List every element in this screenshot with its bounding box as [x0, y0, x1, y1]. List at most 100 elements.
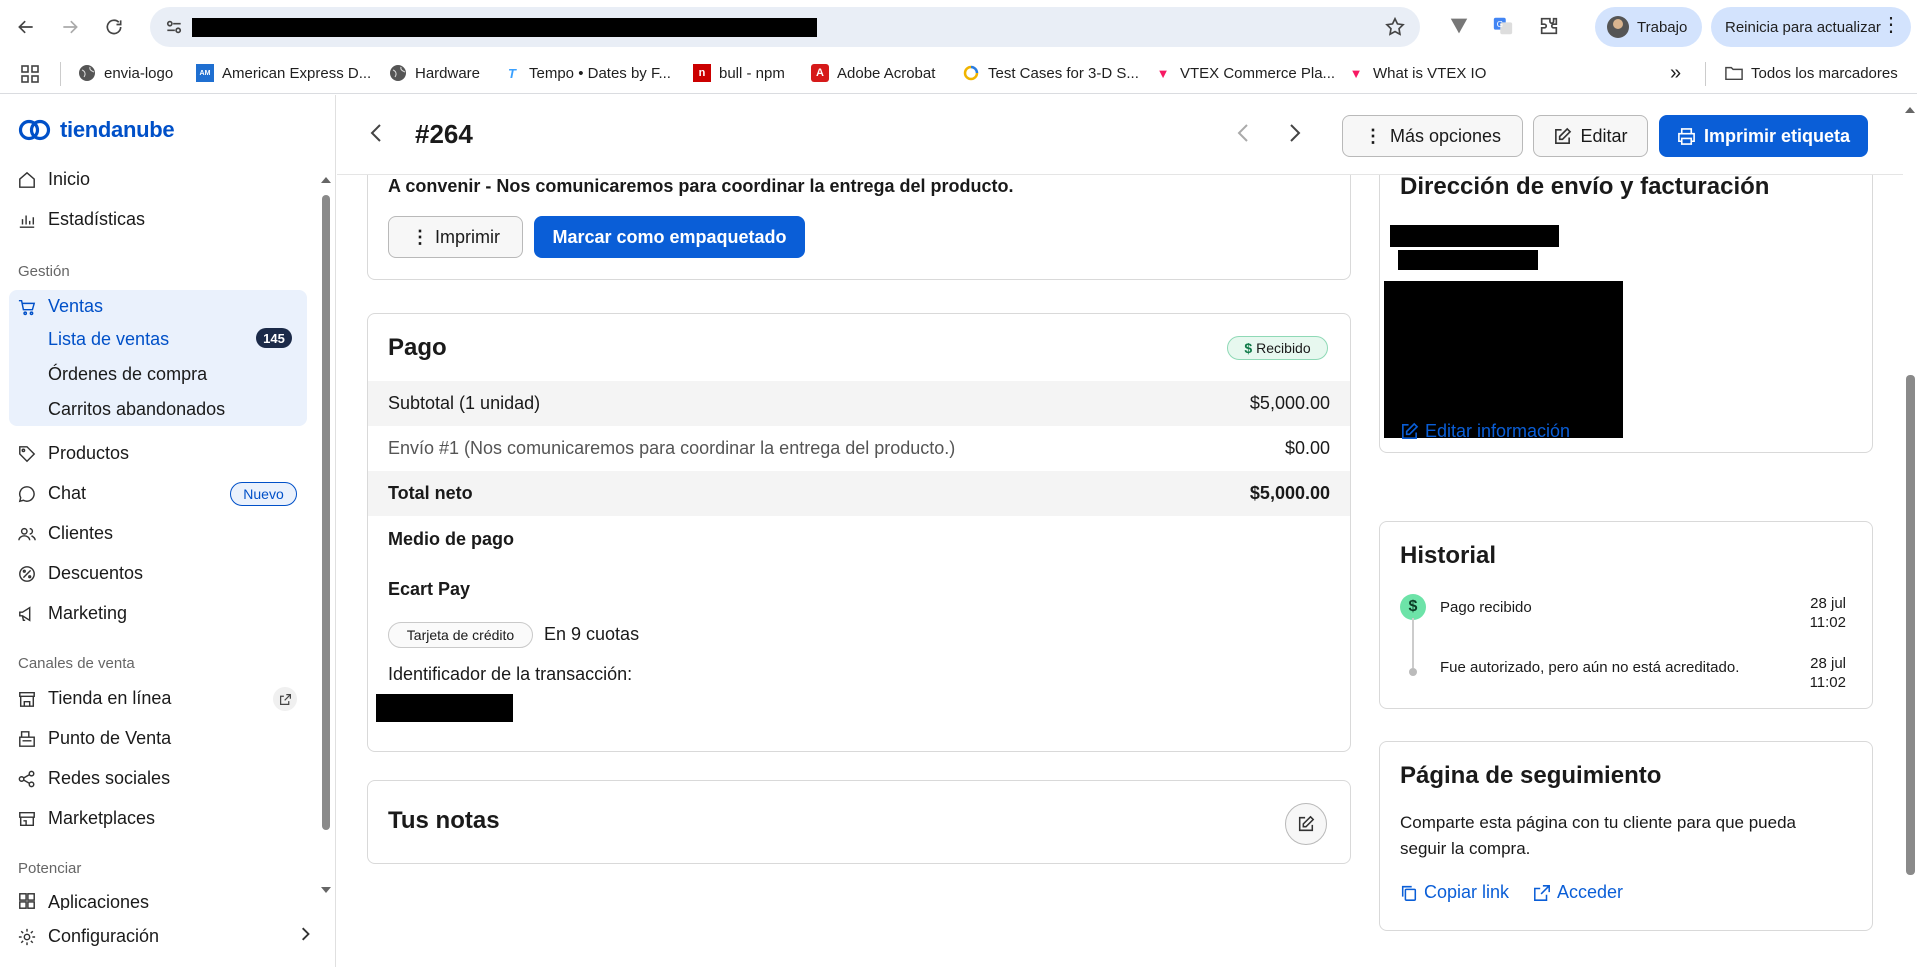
update-chip[interactable]: Reinicia para actualizar ⋮ — [1711, 7, 1911, 47]
scroll-down-icon[interactable] — [320, 885, 332, 895]
main-content: A convenir - Nos comunicaremos para coor… — [337, 95, 1903, 967]
transaction-label: Identificador de la transacción: — [388, 664, 633, 684]
external-link-icon — [1534, 884, 1550, 901]
scroll-up-icon[interactable] — [320, 175, 332, 185]
printer-icon — [1678, 127, 1695, 145]
access-link[interactable]: Acceder — [1533, 882, 1623, 903]
sidebar-item-punto-de-venta[interactable]: Punto de Venta — [18, 728, 171, 749]
more-vertical-icon: ⋮ — [1363, 125, 1382, 146]
acrobat-icon: A — [811, 64, 829, 82]
bookmark-item[interactable]: n bull - npm — [693, 64, 785, 82]
bookmark-item[interactable]: AM American Express D... — [196, 64, 371, 82]
share-icon — [18, 770, 35, 787]
sidebar-item-label: Chat — [48, 483, 87, 503]
sidebar-item-marketing[interactable]: Marketing — [18, 603, 127, 624]
svg-text:G: G — [1497, 19, 1503, 29]
sidebar-item-productos[interactable]: Productos — [18, 443, 129, 464]
status-label: Recibido — [1256, 340, 1311, 356]
extensions-puzzle-icon[interactable] — [1537, 14, 1561, 38]
all-bookmarks-button[interactable]: Todos los marcadores — [1725, 64, 1898, 82]
users-icon — [18, 527, 36, 540]
profile-chip[interactable]: Trabajo — [1595, 7, 1702, 47]
sidebar-scrollbar[interactable] — [320, 175, 332, 905]
order-number: #264 — [415, 119, 473, 149]
sidebar-item-marketplaces[interactable]: Marketplaces — [18, 808, 155, 829]
card-type-pill: Tarjeta de crédito — [388, 622, 533, 648]
sidebar-item-inicio[interactable]: Inicio — [18, 169, 90, 190]
more-options-label: Más opciones — [1389, 125, 1502, 146]
scrollbar-thumb[interactable] — [322, 195, 330, 830]
row-value: $5,000.00 — [1249, 393, 1330, 413]
payment-row-total: Total neto $5,000.00 — [368, 471, 1350, 516]
sidebar-subitem-carritos-abandonados[interactable]: Carritos abandonados — [48, 399, 225, 420]
bookmark-item[interactable]: ▼ What is VTEX IO — [1347, 64, 1487, 82]
apps-grid-icon[interactable] — [20, 64, 40, 89]
address-bar[interactable] — [150, 7, 1420, 47]
translate-icon[interactable]: G — [1491, 14, 1515, 38]
bookmark-item[interactable]: envia-logo — [78, 64, 173, 82]
more-bookmarks-button[interactable]: » — [1670, 62, 1681, 85]
edit-notes-button[interactable] — [1285, 803, 1327, 845]
bookmark-item[interactable]: A Adobe Acrobat — [811, 64, 935, 82]
edit-info-label: Editar información — [1425, 421, 1571, 441]
brand-logo[interactable]: tiendanube — [18, 117, 175, 143]
megaphone-icon — [19, 605, 31, 622]
chevron-right-icon[interactable] — [298, 927, 312, 946]
avatar — [1607, 16, 1629, 38]
copy-link-button[interactable]: Copiar link — [1400, 882, 1509, 903]
scroll-up-icon[interactable] — [1904, 105, 1916, 115]
sales-count-badge: 145 — [256, 328, 292, 348]
page-scrollbar[interactable] — [1904, 95, 1917, 967]
sidebar-item-clientes[interactable]: Clientes — [18, 523, 113, 544]
edit-icon — [1555, 127, 1572, 144]
sidebar-item-chat[interactable]: Chat — [18, 483, 86, 504]
sidebar-item-tienda-en-linea[interactable]: Tienda en línea — [18, 688, 171, 709]
tracking-title: Página de seguimiento — [1400, 762, 1662, 789]
copy-icon — [1401, 885, 1417, 901]
sidebar-subitem-ordenes-de-compra[interactable]: Órdenes de compra — [48, 364, 207, 385]
sidebar-item-label: Redes sociales — [48, 768, 171, 788]
prev-order-icon[interactable] — [1236, 123, 1250, 148]
sidebar-subitem-lista-de-ventas[interactable]: Lista de ventas — [48, 329, 169, 350]
bookmark-label: American Express D... — [222, 64, 372, 82]
sidebar-item-label: Marketing — [48, 603, 128, 623]
update-label: Reinicia para actualizar — [1725, 18, 1881, 36]
sidebar-item-estadisticas[interactable]: Estadísticas — [18, 209, 145, 230]
extension-v-icon[interactable] — [1447, 14, 1471, 38]
next-order-icon[interactable] — [1288, 123, 1302, 148]
sidebar-item-redes-sociales[interactable]: Redes sociales — [18, 768, 170, 789]
print-label-button[interactable]: Imprimir etiqueta — [1659, 115, 1868, 157]
notes-card: Tus notas — [367, 780, 1351, 864]
history-date: 28 jul — [1810, 595, 1846, 612]
bookmark-star-icon[interactable] — [1384, 16, 1406, 38]
sidebar-item-configuracion[interactable]: Configuración — [18, 926, 159, 947]
more-options-button[interactable]: ⋮ Más opciones — [1342, 115, 1523, 157]
sidebar-item-label: Clientes — [48, 523, 114, 543]
bookmark-item[interactable]: Test Cases for 3-D S... — [962, 64, 1139, 82]
print-button[interactable]: ⋮ Imprimir — [388, 216, 523, 258]
forward-arrow-icon[interactable] — [52, 9, 88, 45]
scrollbar-thumb[interactable] — [1906, 375, 1915, 875]
bookmark-item[interactable]: Hardware — [389, 64, 480, 82]
reload-icon[interactable] — [96, 9, 132, 45]
back-arrow-icon[interactable] — [8, 9, 44, 45]
external-link-icon[interactable] — [273, 687, 297, 711]
site-settings-icon[interactable] — [164, 17, 184, 37]
mark-packed-button[interactable]: Marcar como empaquetado — [534, 216, 805, 258]
browser-menu-icon[interactable]: ⋮ — [1881, 15, 1901, 35]
more-vertical-icon: ⋮ — [411, 226, 429, 247]
history-title: Historial — [1400, 542, 1497, 569]
back-chevron-icon[interactable] — [369, 123, 383, 148]
sidebar-item-aplicaciones[interactable]: Aplicaciones — [18, 892, 149, 910]
edit-button[interactable]: Editar — [1533, 115, 1648, 157]
edit-info-link[interactable]: Editar información — [1400, 421, 1570, 442]
row-value: $0.00 — [1284, 438, 1330, 458]
bookmark-item[interactable]: ▼ VTEX Commerce Pla... — [1154, 64, 1335, 82]
bookmark-item[interactable]: T Tempo • Dates by F... — [503, 64, 671, 82]
sidebar-item-descuentos[interactable]: Descuentos — [18, 563, 143, 584]
address-redacted — [1384, 281, 1623, 438]
transaction-id-redacted — [376, 694, 513, 722]
status-badge: $ Recibido — [1227, 336, 1328, 360]
sidebar-item-label: Estadísticas — [48, 209, 146, 229]
sidebar-item-ventas[interactable]: Ventas — [18, 296, 103, 317]
